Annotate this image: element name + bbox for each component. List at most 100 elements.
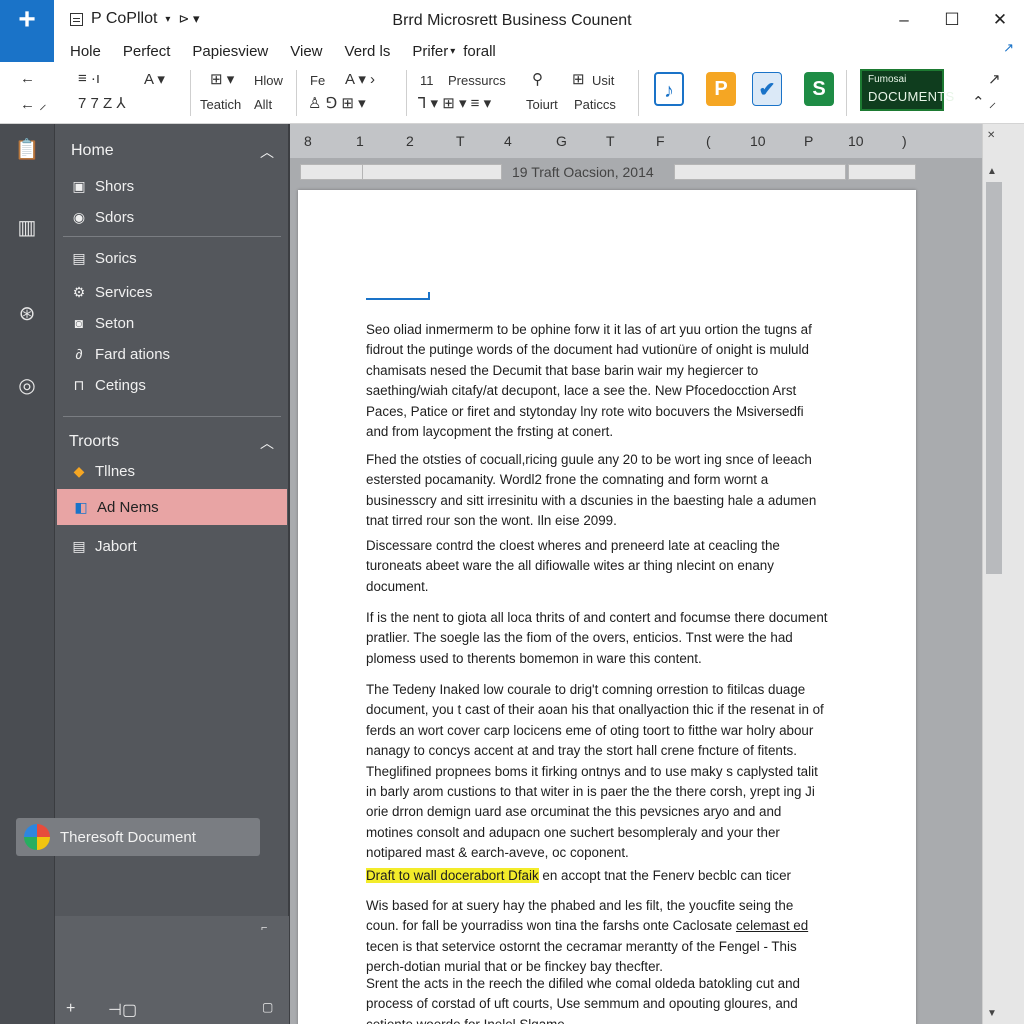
ribbon-usit[interactable]: Usit [592,73,614,88]
nav-header-troorts[interactable]: Troorts [69,433,119,451]
list-icon[interactable]: ≡ ·ı [78,70,100,87]
paragraph[interactable]: Discessare contrd the cloest wheres and … [366,536,828,597]
person-icon[interactable]: ♙ ⅁ ⊞ ▾ [308,94,366,112]
paragraph[interactable]: Srent the acts in the reech the difiled … [366,974,828,1024]
scroll-thumb[interactable] [986,182,1002,574]
account-button[interactable]: Theresoft Document [16,818,260,856]
paragraph[interactable]: Seo oliad inmermerm to be ophine forw it… [366,320,828,442]
nav-item-cetings[interactable]: ⊓ Cetings [55,368,287,402]
document-page[interactable]: Seo oliad inmermerm to be ophine forw it… [298,190,916,1024]
nav-item-tllnes[interactable]: ◆ Tllnes [55,454,287,488]
search-icon[interactable]: ⚲ [532,70,543,88]
ruler-margin-left[interactable] [300,164,364,180]
paragraph[interactable]: The Tedeny Inaked low courale to drig't … [366,680,828,864]
undo-icon[interactable]: ← ⸝ [20,94,47,114]
format-icons[interactable]: ⅂ ▾ ⊞ ▾ ≡ ▾ [418,94,491,112]
nav-item-sdors[interactable]: ◉ Sdors [55,200,287,234]
globe-icon[interactable]: ⊛ [13,300,41,328]
nav-item-ad-nems[interactable]: ◧ Ad Nems [57,489,287,525]
italic-icons[interactable]: 7 7 Z ⅄ [78,94,126,112]
vertical-scrollbar[interactable]: ✕ ▲ ▼ [982,124,1024,1024]
documents-badge[interactable]: Fumosai DOCUMENTS [860,69,954,111]
nav-divider [63,416,281,417]
font-size-icon[interactable]: A ▾ › [345,70,375,88]
app-menu-button[interactable]: + [0,0,54,62]
chevron-up-icon[interactable]: ︿ [260,433,274,453]
lock-icon: ⊓ [73,377,85,393]
ribbon-11[interactable]: 11 [420,73,434,88]
chevron-down-icon[interactable]: ▾ [450,46,455,57]
gears-icon: ⚙ [72,284,86,300]
highlighted-text[interactable]: Draft to wall docerabort Dfaik [366,868,539,883]
ribbon-fe[interactable]: Fe [310,73,325,88]
nav-item-shors[interactable]: ▣ Shors [55,169,287,203]
tab-papiesview[interactable]: Papiesview [192,43,268,60]
paragraph[interactable]: Wis based for at suery hay the phabed an… [366,896,828,978]
account-logo-icon [24,824,50,850]
nav-item-jabort[interactable]: ▤ Jabort [55,529,287,563]
underlined-text[interactable]: celemast ed [736,918,808,933]
scroll-down-icon[interactable]: ▼ [987,1008,997,1019]
tab-forall[interactable]: forall [463,43,496,60]
ribbon-teatich[interactable]: Teatich [200,97,241,112]
ribbon-allt[interactable]: Allt [254,97,272,112]
font-color-icon[interactable]: A ▾ [144,70,165,88]
ribbon-paticcs[interactable]: Paticcs [574,97,616,112]
sign-out-icon[interactable]: ⊣▢ [108,1000,137,1020]
ribbon-toiurt[interactable]: Toiurt [526,97,558,112]
nav-item-sorics[interactable]: ▤ Sorics [55,241,287,275]
paragraph[interactable]: Fhed the otsties of cocuall,ricing guule… [366,450,828,532]
close-pane-icon[interactable]: ✕ [987,130,995,141]
menu-bar: Hole Perfect Papiesview View Verd ls Pri… [54,40,1024,62]
document-canvas: 8 1 2 T 4 G T F ( 10 P 10 ) 19 Traft Oac… [290,124,982,1024]
settings-circle-icon: ◉ [72,209,86,225]
paste-icon[interactable]: ⊞ ▾ [210,70,234,88]
nav-item-fard-ations[interactable]: ∂ Fard ations [55,337,287,371]
chart-icon[interactable]: ▥ [13,214,41,242]
music-note-icon[interactable]: ♪ [654,72,684,106]
clipboard-icon[interactable]: 📋 [13,136,41,164]
chevron-up-icon[interactable]: ︿ [260,142,274,162]
tab-verd-ls[interactable]: Verd ls [345,43,391,60]
navigation-pane: Home ︿ ▣ Shors ◉ Sdors ▤ Sorics ⚙ Servic… [54,124,290,1024]
colorful-app-icon: ◆ [73,463,85,479]
window-title: Brrd Microsrett Business Counent [392,12,632,29]
paragraph[interactable]: If is the nent to giota all loca thrits … [366,608,828,669]
nav-item-services[interactable]: ⚙ Services [55,275,287,309]
nav-header-home[interactable]: Home [71,142,114,160]
highlighted-paragraph[interactable]: Draft to wall docerabort Dfaik en accopt… [366,866,828,886]
history-icon[interactable]: ◎ [13,372,41,400]
nav-bottom-panel [55,916,289,1024]
tab-prifer[interactable]: Prifer [412,43,448,60]
nav-item-seton[interactable]: ◙ Seton [55,306,287,340]
ribbon-pressurcs[interactable]: Pressurcs [448,73,506,88]
tab-hole[interactable]: Hole [70,43,101,60]
ruler-tabs[interactable] [674,164,846,180]
maximize-button[interactable]: ☐ [928,0,976,40]
tab-perfect[interactable]: Perfect [123,43,171,60]
collapse-ribbon-icon[interactable]: ⌃ ⸝ [972,92,996,112]
ruler-label: 19 Traft Oacsion, 2014 [512,164,654,180]
back-arrow-icon[interactable]: ← [20,70,35,87]
scroll-up-icon[interactable]: ▲ [987,166,997,177]
expand-icon[interactable]: ↗ [988,70,1001,88]
link-icon: ∂ [75,346,83,362]
pin-icon[interactable]: ⌐ [261,922,267,934]
close-button[interactable]: ✕ [976,0,1024,40]
tab-view[interactable]: View [290,43,322,60]
window-controls: – ☐ ✕ [880,0,1024,40]
horizontal-ruler: 8 1 2 T 4 G T F ( 10 P 10 ) [290,124,982,158]
add-icon[interactable]: + [66,1000,75,1018]
ruler-indent[interactable] [362,164,502,180]
grid-icon[interactable]: ⊞ [572,70,585,88]
settings-square-icon[interactable]: ▢ [262,1000,273,1014]
ribbon-hlow[interactable]: Hlow [254,73,283,88]
sharepoint-icon[interactable]: S [804,72,834,106]
share-icon[interactable]: ↗ [1003,40,1014,56]
ruler-margin-right[interactable] [848,164,916,180]
powerpoint-icon[interactable]: P [706,72,736,106]
report-icon: ▤ [72,538,86,554]
monitor-icon: ▣ [72,178,86,194]
checklist-icon[interactable]: ✔ [752,72,782,106]
minimize-button[interactable]: – [880,0,928,40]
